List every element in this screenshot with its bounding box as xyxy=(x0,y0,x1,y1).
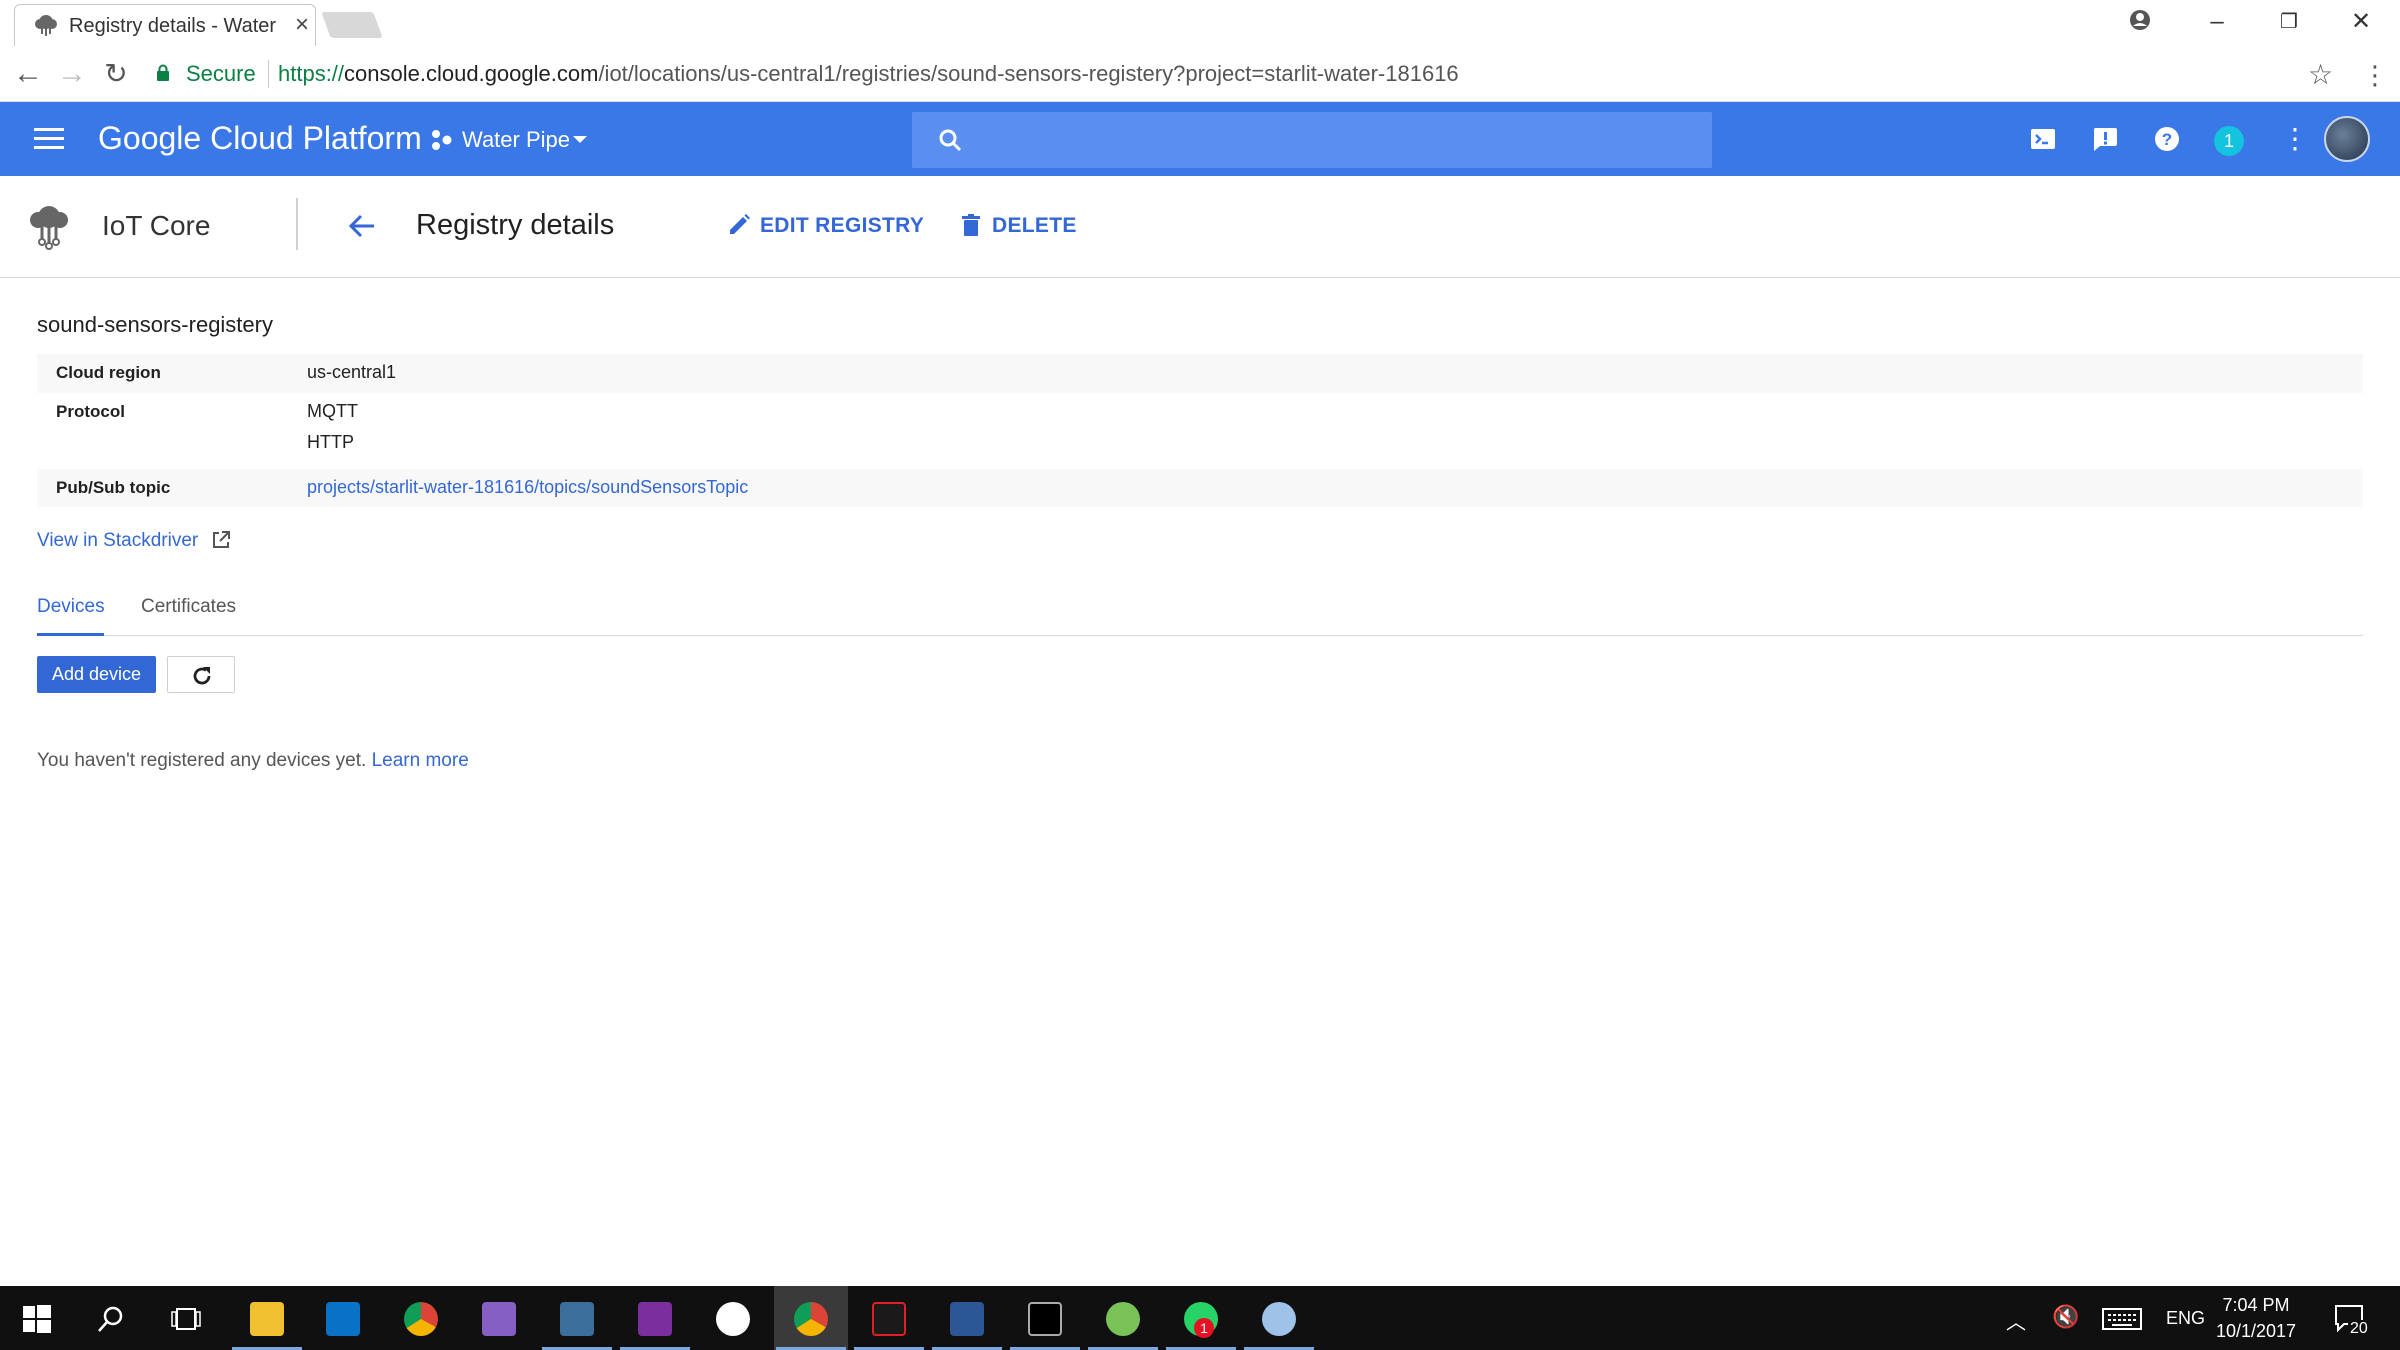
table-row: Cloud region us-central1 xyxy=(37,354,2363,393)
url-text[interactable]: https://console.cloud.google.com/iot/loc… xyxy=(278,61,1459,87)
browser-tabstrip: Registry details - Water P × – ❐ ✕ xyxy=(0,0,2400,46)
refresh-icon xyxy=(193,667,211,685)
tab-devices[interactable]: Devices xyxy=(37,596,105,636)
taskbar-visual-studio-icon[interactable] xyxy=(462,1286,536,1350)
external-link-icon[interactable] xyxy=(211,530,231,550)
action-center-count: 20 xyxy=(2348,1320,2370,1342)
search-icon xyxy=(939,129,962,152)
url-scheme: https:// xyxy=(278,61,345,86)
taskbar-terminal-icon[interactable] xyxy=(1008,1286,1082,1350)
taskbar-outlook-icon[interactable] xyxy=(306,1286,380,1350)
back-icon[interactable]: ← xyxy=(10,56,46,92)
service-title: IoT Core xyxy=(102,210,211,241)
notifications-badge[interactable]: 1 xyxy=(2214,126,2244,156)
row-key: Pub/Sub topic xyxy=(56,478,171,497)
taskbar-chrome-icon[interactable] xyxy=(384,1286,458,1350)
back-arrow-icon[interactable] xyxy=(346,210,378,242)
address-bar[interactable]: Secure https://console.cloud.google.com/… xyxy=(140,50,2226,98)
empty-state-message: You haven't registered any devices yet. … xyxy=(37,750,469,772)
search-box[interactable] xyxy=(912,112,1712,168)
url-path: /iot/locations/us-central1/registries/so… xyxy=(598,61,1459,86)
volume-muted-icon[interactable]: 🔇 xyxy=(2052,1304,2079,1350)
project-dots-icon xyxy=(432,130,452,150)
hamburger-menu-icon[interactable] xyxy=(34,128,64,150)
url-host: console.cloud.google.com xyxy=(344,61,599,86)
table-row: Pub/Sub topic projects/starlit-water-181… xyxy=(37,469,2363,507)
keyboard-icon[interactable] xyxy=(2102,1308,2142,1330)
delete-label: DELETE xyxy=(992,214,1077,237)
taskbar-android-studio-icon[interactable] xyxy=(1086,1286,1160,1350)
forward-icon[interactable]: → xyxy=(54,56,90,92)
project-selector[interactable]: Water Pipe xyxy=(462,127,570,153)
registry-name: sound-sensors-registery xyxy=(37,312,273,337)
taskbar-sql-icon[interactable] xyxy=(540,1286,614,1350)
page-title: Registry details xyxy=(416,209,615,241)
row-value: us-central1 xyxy=(307,362,397,382)
restore-icon[interactable]: ❐ xyxy=(2254,2,2324,42)
details-table: Cloud region us-central1 Protocol MQTT H… xyxy=(37,354,2363,507)
iot-core-icon xyxy=(30,206,68,250)
cloud-shell-icon[interactable] xyxy=(2028,124,2058,154)
browser-tab[interactable]: Registry details - Water P × xyxy=(14,4,316,46)
reload-icon[interactable]: ↻ xyxy=(98,56,134,92)
taskbar-slack-icon[interactable] xyxy=(696,1286,770,1350)
chevron-down-icon[interactable] xyxy=(573,136,587,143)
trash-icon xyxy=(962,214,980,236)
pubsub-topic-link[interactable]: projects/starlit-water-181616/topics/sou… xyxy=(307,477,748,498)
lock-icon xyxy=(157,64,169,81)
add-device-button[interactable]: Add device xyxy=(37,656,156,693)
row-value: MQTT xyxy=(307,401,358,421)
empty-state-text: You haven't registered any devices yet. xyxy=(37,750,367,771)
row-key: Cloud region xyxy=(56,363,161,382)
whatsapp-unread-badge: 1 xyxy=(1194,1318,1214,1338)
search-icon[interactable] xyxy=(96,1304,126,1334)
clock-time: 7:04 PM xyxy=(2222,1295,2290,1315)
tab-close-icon[interactable]: × xyxy=(295,11,309,39)
more-options-icon[interactable]: ⋮ xyxy=(2280,124,2310,154)
table-row: Protocol MQTT HTTP xyxy=(37,393,2363,469)
window-close-icon[interactable]: ✕ xyxy=(2326,2,2396,42)
taskbar-chrome-active-icon[interactable] xyxy=(774,1286,848,1350)
help-icon[interactable]: ? xyxy=(2152,124,2182,154)
tab-title: Registry details - Water P xyxy=(69,15,279,37)
content-tabs: Devices Certificates xyxy=(37,596,2363,636)
bookmark-star-icon[interactable]: ☆ xyxy=(2308,58,2333,91)
svg-text:?: ? xyxy=(2162,130,2172,149)
browser-toolbar: ← → ↻ Secure https://console.cloud.googl… xyxy=(0,46,2400,102)
brand-title[interactable]: Google Cloud Platform xyxy=(98,120,422,157)
taskbar-onenote-icon[interactable] xyxy=(618,1286,692,1350)
tray-overflow-chevron-icon[interactable]: ︿ xyxy=(2006,1306,2026,1350)
search-input[interactable] xyxy=(982,120,1682,160)
secure-label: Secure xyxy=(186,61,256,86)
browser-menu-icon[interactable]: ⋮ xyxy=(2362,60,2388,91)
clock-date: 10/1/2017 xyxy=(2215,1321,2297,1341)
taskbar-clock[interactable]: 7:04 PM 10/1/2017 xyxy=(2196,1292,2316,1344)
stackdriver-link[interactable]: View in Stackdriver xyxy=(37,530,198,552)
browser-account-icon[interactable] xyxy=(2126,6,2154,34)
refresh-button[interactable] xyxy=(167,656,235,693)
task-view-icon[interactable] xyxy=(170,1304,202,1334)
tab-certificates[interactable]: Certificates xyxy=(141,596,236,636)
feedback-icon[interactable] xyxy=(2090,124,2120,154)
minimize-icon[interactable]: – xyxy=(2182,2,2252,42)
header-divider xyxy=(296,198,298,250)
avatar[interactable] xyxy=(2324,116,2370,162)
iot-favicon-icon xyxy=(35,15,57,36)
gcp-header: Google Cloud Platform Water Pipe ? 1 ⋮ xyxy=(0,102,2400,176)
page-header: IoT Core Registry details EDIT REGISTRY … xyxy=(0,176,2400,278)
taskbar-acrobat-icon[interactable] xyxy=(852,1286,926,1350)
taskbar-paint-icon[interactable] xyxy=(1242,1286,1316,1350)
row-value: HTTP xyxy=(307,432,354,452)
learn-more-link[interactable]: Learn more xyxy=(372,750,469,771)
edit-registry-label: EDIT REGISTRY xyxy=(760,214,925,237)
taskbar-word-icon[interactable] xyxy=(930,1286,1004,1350)
new-tab-button[interactable] xyxy=(321,12,383,38)
row-key: Protocol xyxy=(56,402,125,421)
windows-start-icon[interactable] xyxy=(22,1304,52,1334)
pencil-icon xyxy=(730,214,750,234)
taskbar-file-explorer-icon[interactable] xyxy=(230,1286,304,1350)
url-separator xyxy=(268,60,269,88)
